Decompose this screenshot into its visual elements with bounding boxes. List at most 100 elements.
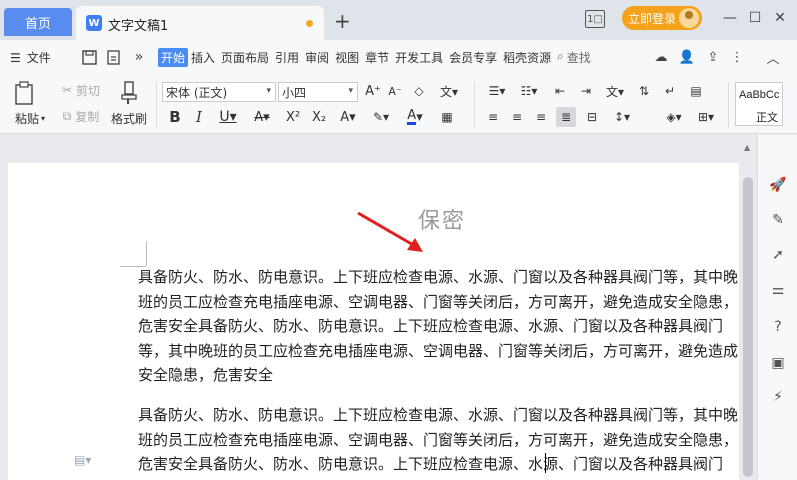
export-icon[interactable]: [104, 48, 122, 66]
subscript-icon[interactable]: X₂: [308, 108, 330, 126]
format-painter-label[interactable]: 格式刷: [108, 110, 150, 126]
italic-icon[interactable]: I: [190, 108, 208, 126]
tab-view[interactable]: 视图: [332, 48, 362, 67]
more-options-icon[interactable]: ⋮: [728, 48, 746, 66]
cut-label: 剪切: [76, 83, 101, 98]
tab-docer-resources[interactable]: 稻壳资源: [500, 48, 554, 67]
font-color-icon[interactable]: A ▾: [400, 108, 430, 126]
document-area: 保密 具备防火、防水、防电意识。上下班应检查电源、水源、门窗以及各种器具阀门等，…: [0, 135, 757, 480]
minimize-button[interactable]: —: [720, 8, 740, 28]
cut-button[interactable]: ✂ 剪切: [56, 82, 106, 98]
divider: [728, 82, 729, 128]
bold-icon[interactable]: B: [166, 108, 184, 126]
share-icon[interactable]: ⇪: [704, 48, 722, 66]
paragraph[interactable]: 具备防火、防水、防电意识。上下班应检查电源、水源、门窗以及各种器具阀门等，其中晚…: [138, 265, 748, 388]
tab-chapter[interactable]: 章节: [362, 48, 392, 67]
paragraph[interactable]: 具备防火、防水、防电意识。上下班应检查电源、水源、门窗以及各种器具阀门等，其中晚…: [138, 403, 748, 480]
sort-icon[interactable]: ⇅: [634, 82, 654, 100]
window-layout-icon[interactable]: 1□: [585, 10, 605, 28]
home-tab[interactable]: 首页: [4, 8, 72, 36]
clear-format-icon[interactable]: ◇: [410, 82, 428, 100]
cursor-select-icon[interactable]: ➚: [768, 245, 788, 265]
text-effect-icon[interactable]: A▾: [334, 108, 362, 126]
font-name-value: 宋体 (正文): [166, 85, 228, 100]
adjust-sliders-icon[interactable]: ⚌: [768, 280, 788, 300]
tab-home[interactable]: 开始: [158, 48, 189, 67]
tab-member[interactable]: 会员专享: [446, 48, 500, 67]
superscript-icon[interactable]: X²: [282, 108, 304, 126]
tab-insert[interactable]: 插入: [188, 48, 218, 67]
table-style-icon[interactable]: ▤: [686, 82, 706, 100]
more-chevron-icon[interactable]: »: [130, 48, 148, 66]
align-right-icon[interactable]: ≡: [532, 108, 550, 126]
close-button[interactable]: ✕: [770, 8, 790, 28]
image-check-icon[interactable]: ▣: [768, 353, 788, 373]
rocket-icon[interactable]: 🚀: [768, 175, 788, 195]
scrollbar-thumb[interactable]: [743, 177, 753, 477]
shading-icon[interactable]: ◈▾: [660, 108, 688, 126]
grow-font-icon[interactable]: A⁺: [364, 82, 382, 100]
font-name-select[interactable]: 宋体 (正文) ▾: [162, 82, 276, 102]
vertical-scrollbar[interactable]: ▲: [739, 135, 757, 480]
shrink-font-icon[interactable]: A⁻: [386, 82, 404, 100]
new-tab-button[interactable]: +: [334, 9, 351, 33]
document-tab-title: 文字文稿1: [108, 19, 169, 34]
line-spacing-icon[interactable]: ↕▾: [608, 108, 636, 126]
chinese-layout-icon[interactable]: 文▾: [602, 82, 628, 100]
paste-label: 粘贴: [14, 111, 39, 126]
right-sidebar: 🚀 ✎ ➚ ⚌ ? ▣ ⚡: [757, 135, 797, 480]
align-center-icon[interactable]: ≡: [508, 108, 526, 126]
scissors-icon: ✂: [61, 83, 73, 97]
align-left-icon[interactable]: ≡: [484, 108, 502, 126]
strikethrough-icon[interactable]: A▾: [248, 108, 276, 126]
title-bar: 首页 W 文字文稿1 + 1□ 立即登录 — ☐ ✕: [0, 0, 797, 40]
pen-icon[interactable]: ✎: [768, 210, 788, 230]
font-size-value: 小四: [282, 85, 307, 100]
share-user-icon[interactable]: 👤: [678, 48, 696, 66]
tab-developer[interactable]: 开发工具: [392, 48, 446, 67]
style-preview: AaBbCc: [739, 89, 780, 101]
bullet-list-icon[interactable]: ☰▾: [484, 82, 510, 100]
increase-indent-icon[interactable]: ⇥: [576, 82, 596, 100]
avatar-icon: [679, 8, 699, 28]
show-marks-icon[interactable]: ↵: [660, 82, 680, 100]
format-painter-icon[interactable]: [114, 80, 144, 106]
writer-doc-icon: W: [86, 15, 102, 31]
char-border-icon[interactable]: ▦: [436, 108, 458, 126]
paste-button[interactable]: 粘贴 ▾: [10, 110, 50, 126]
style-normal[interactable]: AaBbCc 正文: [735, 82, 783, 126]
maximize-button[interactable]: ☐: [745, 8, 765, 28]
style-name: 正文: [756, 111, 778, 124]
collapse-ribbon-icon[interactable]: ︿: [764, 48, 782, 67]
login-button[interactable]: 立即登录: [622, 6, 702, 30]
paste-icon[interactable]: [10, 80, 38, 106]
help-icon[interactable]: ?: [768, 317, 788, 337]
copy-button[interactable]: ⧉ 复制: [56, 108, 106, 124]
borders-icon[interactable]: ⊞▾: [692, 108, 720, 126]
paragraph-menu-icon[interactable]: ▤▾: [74, 453, 91, 467]
search-button[interactable]: ⌕ 查找: [557, 49, 591, 66]
save-icon[interactable]: [80, 48, 98, 66]
divider: [474, 82, 475, 128]
copy-label: 复制: [75, 109, 100, 124]
cloud-sync-icon[interactable]: ☁: [652, 48, 670, 66]
underline-icon[interactable]: U▾: [214, 108, 242, 126]
tab-page-layout[interactable]: 页面布局: [218, 48, 272, 67]
file-menu[interactable]: ☰ 文件: [10, 49, 51, 66]
text-cursor: [545, 453, 546, 473]
divider: [156, 82, 157, 128]
tab-references[interactable]: 引用: [272, 48, 302, 67]
ribbon-toolbar: 粘贴 ▾ ✂ 剪切 ⧉ 复制 格式刷 宋体 (正文) ▾ 小四 ▾ A⁺ A⁻ ◇ 文…: [0, 74, 797, 134]
lightning-icon[interactable]: ⚡: [768, 387, 788, 407]
scroll-up-icon[interactable]: ▲: [744, 143, 750, 152]
justify-icon[interactable]: ≣: [556, 107, 576, 127]
phonetic-guide-icon[interactable]: 文▾: [434, 82, 464, 100]
chevron-down-icon: ▾: [266, 86, 271, 96]
numbered-list-icon[interactable]: ☷▾: [516, 82, 542, 100]
font-size-select[interactable]: 小四 ▾: [278, 82, 358, 102]
document-tab[interactable]: W 文字文稿1: [76, 6, 324, 40]
distributed-align-icon[interactable]: ⊟: [582, 108, 602, 126]
highlight-icon[interactable]: ✎▾: [366, 108, 396, 126]
decrease-indent-icon[interactable]: ⇤: [550, 82, 570, 100]
tab-review[interactable]: 审阅: [302, 48, 332, 67]
